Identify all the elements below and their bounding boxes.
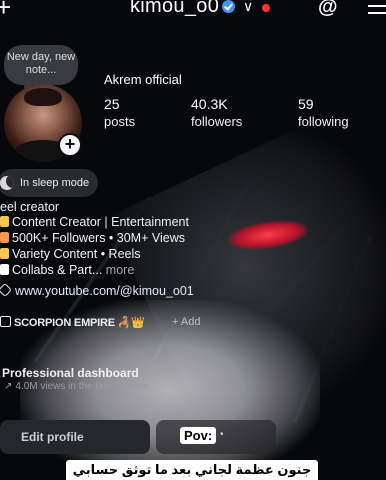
more-link[interactable]: more (102, 263, 134, 277)
menu-icon[interactable] (368, 0, 386, 19)
stat-label: posts (104, 114, 136, 129)
caption-arabic: جنون عظمة لجاني بعد ما توثق حسابي (66, 460, 318, 480)
sleep-mode-pill[interactable]: In sleep mode (0, 169, 98, 197)
moon-icon (0, 176, 14, 190)
notification-dot-icon (262, 4, 270, 12)
stat-label: following (298, 114, 349, 129)
bio-category: eel creator (0, 200, 60, 214)
bio-line: 500K+ Followers • 30M+ Views (0, 231, 185, 245)
create-icon[interactable]: + (0, 0, 11, 23)
top-bar: + kimou_o0 ∨ @ (0, 0, 386, 22)
caption-pov: Pov: (180, 427, 217, 444)
link-icon (0, 282, 13, 298)
stat-followers[interactable]: 40.3K followers (191, 96, 242, 132)
community-chip[interactable]: SCORPION EMPIRE 🦂👑 (0, 316, 145, 329)
edit-profile-label: Edit profile (21, 430, 84, 444)
chevron-down-icon[interactable]: ∨ (243, 0, 253, 15)
stat-posts[interactable]: 25 posts (104, 96, 135, 132)
username[interactable]: kimou_o0 (130, 0, 219, 18)
stat-label: followers (191, 114, 243, 129)
trend-arrow-icon: ↗ (4, 381, 13, 392)
display-name: Akrem official (104, 72, 182, 87)
sleep-label: In sleep mode (20, 177, 90, 189)
emoji-icon (0, 232, 9, 243)
note-text: New day, new note... (6, 51, 76, 76)
emoji-icon (0, 216, 9, 227)
verified-badge-icon (222, 0, 235, 13)
bio-line: Collabs & Part... more (0, 263, 134, 277)
note-bubble[interactable]: New day, new note... (4, 45, 78, 91)
community-icon (0, 316, 11, 327)
stat-value: 25 (104, 96, 120, 112)
emoji-icon (0, 264, 9, 275)
add-button[interactable]: + Add (172, 316, 200, 328)
dashboard-subtitle: ↗ 4.0M views in the last 30 days (4, 381, 149, 392)
stat-value: 59 (298, 96, 314, 112)
bio-line: Variety Content • Reels (0, 247, 141, 261)
stat-value: 40.3K (191, 96, 228, 112)
bio-line: Content Creator | Entertainment (0, 215, 189, 229)
caption-dot: • (220, 429, 224, 440)
stat-following[interactable]: 59 following (298, 96, 349, 132)
external-link[interactable]: www.youtube.com/@kimou_o01 (0, 282, 194, 298)
emoji-icon (0, 248, 9, 259)
dashboard-title[interactable]: Professional dashboard (2, 366, 139, 380)
threads-icon[interactable]: @ (318, 0, 338, 19)
add-story-icon[interactable]: + (58, 133, 82, 157)
